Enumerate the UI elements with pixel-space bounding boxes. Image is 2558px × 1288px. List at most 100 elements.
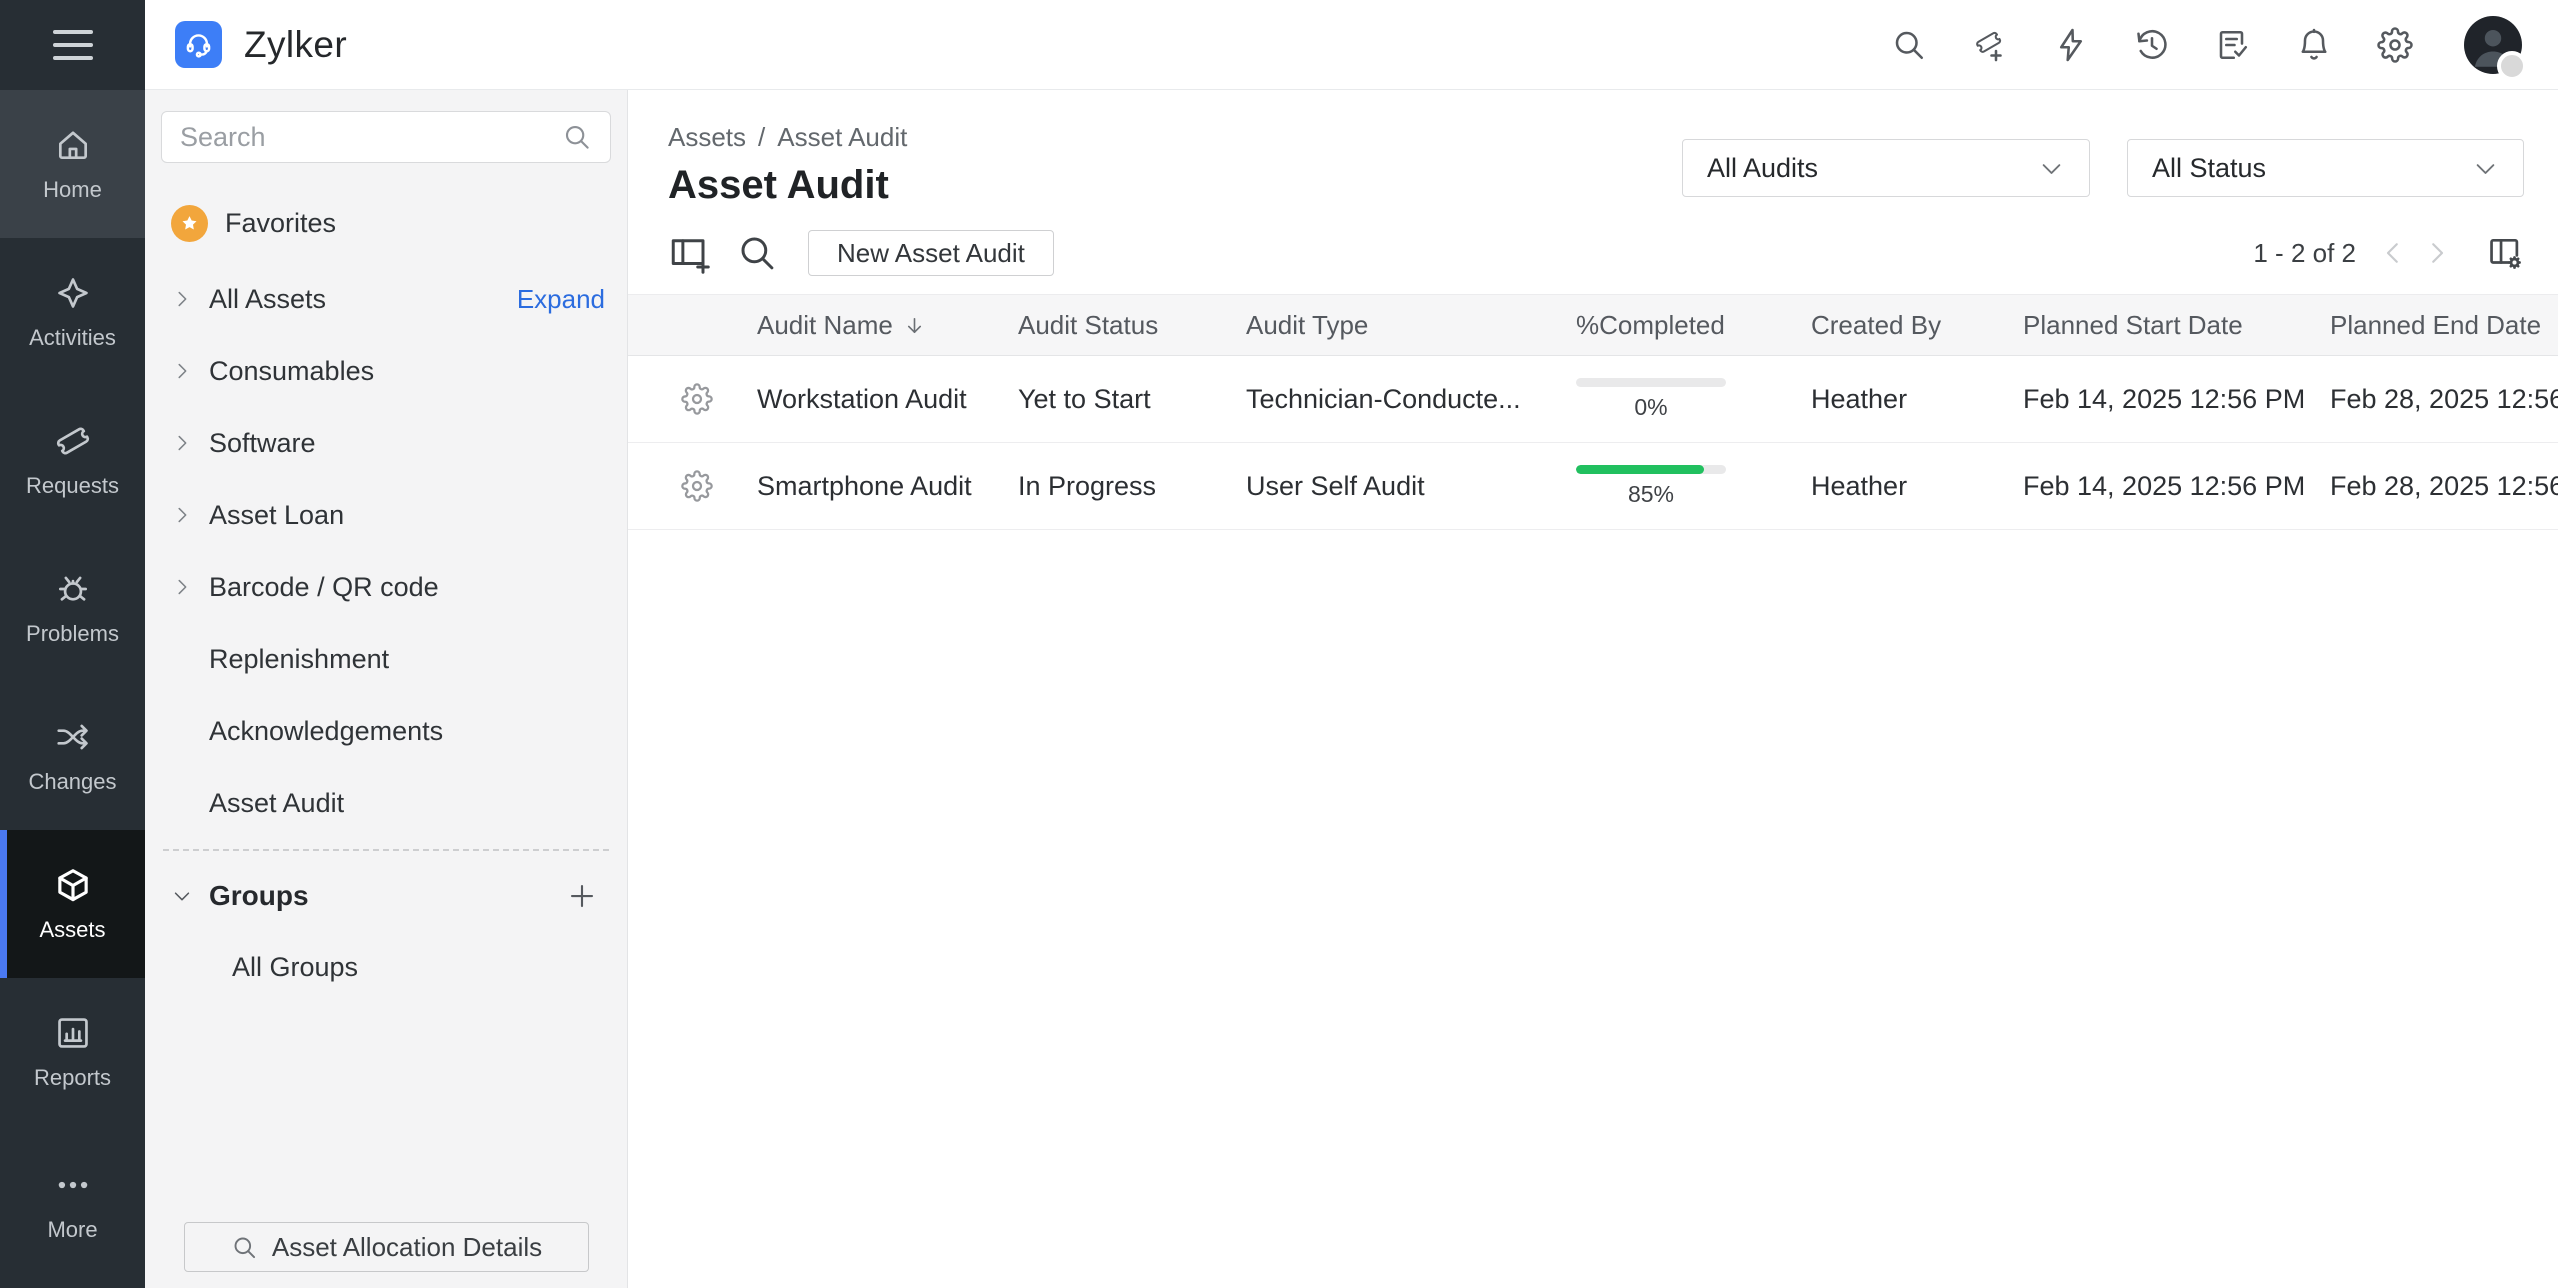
- bell-icon[interactable]: [2296, 27, 2332, 63]
- bar-chart-icon: [54, 1014, 92, 1052]
- chevron-right-icon: [171, 504, 193, 526]
- sidebar-item-favorites[interactable]: Favorites: [161, 199, 611, 247]
- search-icon[interactable]: [1891, 27, 1927, 63]
- sidebar-item-consumables[interactable]: Consumables: [161, 335, 611, 407]
- table-row[interactable]: Workstation Audit Yet to Start Technicia…: [628, 356, 2558, 443]
- favorites-star-icon: [171, 204, 208, 242]
- cell-completed: 85%: [1576, 464, 1726, 508]
- nav-item-reports[interactable]: Reports: [0, 978, 145, 1126]
- nav-item-more[interactable]: More: [0, 1144, 145, 1264]
- cell-created-by: Heather: [1811, 383, 1908, 414]
- home-icon: [54, 126, 92, 164]
- history-icon[interactable]: [2134, 27, 2170, 63]
- progress-bar: [1576, 464, 1726, 474]
- nav-item-assets[interactable]: Assets: [0, 830, 145, 978]
- chevron-right-icon: [171, 576, 193, 598]
- sidebar-search-box: [161, 111, 611, 163]
- search-icon: [562, 122, 592, 152]
- status-filter-dropdown[interactable]: All Status: [2127, 139, 2524, 197]
- nav-item-label: Problems: [26, 620, 119, 646]
- progress-bar: [1576, 377, 1726, 387]
- nav-item-label: Assets: [39, 916, 106, 942]
- column-header-audit-status[interactable]: Audit Status: [1018, 310, 1246, 341]
- add-view-icon[interactable]: [668, 232, 710, 274]
- sidebar-item-software[interactable]: Software: [161, 407, 611, 479]
- new-asset-audit-button[interactable]: New Asset Audit: [808, 230, 1054, 276]
- list-toolbar: New Asset Audit 1 - 2 of 2: [668, 230, 2558, 276]
- column-header-created-by[interactable]: Created By: [1811, 310, 2023, 341]
- progress-label: 85%: [1627, 480, 1675, 507]
- nav-item-problems[interactable]: Problems: [0, 534, 145, 682]
- task-check-icon[interactable]: [2215, 27, 2251, 63]
- ticket-add-icon[interactable]: [1972, 27, 2008, 63]
- sidebar-item-label: Replenishment: [209, 643, 390, 674]
- sidebar-item-label: All Assets: [209, 283, 327, 314]
- sidebar-item-label: Software: [209, 427, 316, 458]
- add-group-icon[interactable]: [567, 881, 611, 911]
- nav-item-changes[interactable]: Changes: [0, 682, 145, 830]
- sidebar-item-all-groups[interactable]: All Groups: [161, 931, 611, 1003]
- cell-audit-type: User Self Audit: [1246, 470, 1425, 501]
- cell-planned-end: Feb 28, 2025 12:56 PM: [2330, 470, 2558, 501]
- cell-audit-status: Yet to Start: [1018, 383, 1151, 414]
- column-header-planned-end[interactable]: Planned End Date: [2330, 310, 2558, 341]
- next-page-icon[interactable]: [2422, 238, 2452, 268]
- chevron-right-icon: [171, 288, 193, 310]
- breadcrumb-assets[interactable]: Assets: [668, 122, 746, 153]
- brand: Zylker: [175, 21, 347, 68]
- search-list-icon[interactable]: [736, 232, 778, 274]
- nav-item-home[interactable]: Home: [0, 90, 145, 238]
- sidebar-groups-header[interactable]: Groups: [161, 861, 611, 931]
- nav-item-label: Requests: [26, 472, 119, 498]
- flash-icon[interactable]: [2053, 27, 2089, 63]
- topbar: Zylker: [145, 0, 2558, 90]
- cell-audit-name: Smartphone Audit: [757, 470, 972, 501]
- primary-nav-rail: Home Activities Requests Problems Change: [0, 0, 145, 1288]
- nav-item-label: Changes: [28, 768, 117, 794]
- cell-audit-name: Workstation Audit: [757, 383, 967, 414]
- gear-icon[interactable]: [2377, 26, 2413, 63]
- previous-page-icon[interactable]: [2378, 238, 2408, 268]
- row-settings-gear-icon[interactable]: [628, 383, 757, 415]
- asset-allocation-details-button[interactable]: Asset Allocation Details: [184, 1222, 589, 1272]
- chevron-down-icon: [171, 885, 193, 907]
- chevron-right-icon: [171, 432, 193, 454]
- sidebar-item-label: Acknowledgements: [209, 715, 444, 746]
- sidebar-item-acknowledgements[interactable]: Acknowledgements: [161, 695, 611, 767]
- expand-link[interactable]: Expand: [517, 284, 611, 315]
- search-icon: [231, 1234, 258, 1261]
- row-settings-gear-icon[interactable]: [628, 470, 757, 502]
- table-row[interactable]: Smartphone Audit In Progress User Self A…: [628, 443, 2558, 530]
- nav-item-requests[interactable]: Requests: [0, 386, 145, 534]
- cell-completed: 0%: [1576, 377, 1726, 421]
- footer-button-label: Asset Allocation Details: [271, 1231, 543, 1262]
- sort-descending-icon[interactable]: [903, 314, 926, 337]
- activities-icon: [54, 274, 92, 312]
- user-avatar[interactable]: [2464, 15, 2527, 81]
- column-header-audit-name[interactable]: Audit Name: [757, 310, 1018, 341]
- page-count: 1 - 2 of 2: [2253, 237, 2356, 268]
- chevron-down-icon: [2472, 155, 2499, 182]
- audits-filter-dropdown[interactable]: All Audits: [1682, 139, 2090, 197]
- nav-item-activities[interactable]: Activities: [0, 238, 145, 386]
- cube-icon: [54, 866, 92, 904]
- audits-filter-value: All Audits: [1707, 152, 1819, 183]
- column-header-completed[interactable]: %Completed: [1576, 310, 1811, 341]
- brand-logo-headset-icon[interactable]: [175, 21, 222, 68]
- sidebar-item-all-assets[interactable]: All Assets Expand: [161, 263, 611, 335]
- sidebar-search-input[interactable]: [180, 121, 562, 153]
- assets-sidebar: Favorites All Assets Expand Consumables: [145, 90, 628, 1288]
- sidebar-item-replenishment[interactable]: Replenishment: [161, 623, 611, 695]
- cell-planned-start: Feb 14, 2025 12:56 PM: [2023, 383, 2306, 414]
- cell-audit-type: Technician-Conducte...: [1246, 383, 1521, 414]
- shuffle-icon: [54, 718, 92, 756]
- sidebar-module-list: All Assets Expand Consumables Software A…: [161, 263, 611, 839]
- sidebar-item-asset-audit[interactable]: Asset Audit: [161, 767, 611, 839]
- column-header-audit-type[interactable]: Audit Type: [1246, 310, 1576, 341]
- groups-label: Groups: [209, 880, 309, 911]
- sidebar-item-barcode-qr[interactable]: Barcode / QR code: [161, 551, 611, 623]
- column-header-planned-start[interactable]: Planned Start Date: [2023, 310, 2330, 341]
- hamburger-menu-icon[interactable]: [0, 0, 145, 90]
- sidebar-item-asset-loan[interactable]: Asset Loan: [161, 479, 611, 551]
- column-settings-icon[interactable]: [2486, 234, 2524, 272]
